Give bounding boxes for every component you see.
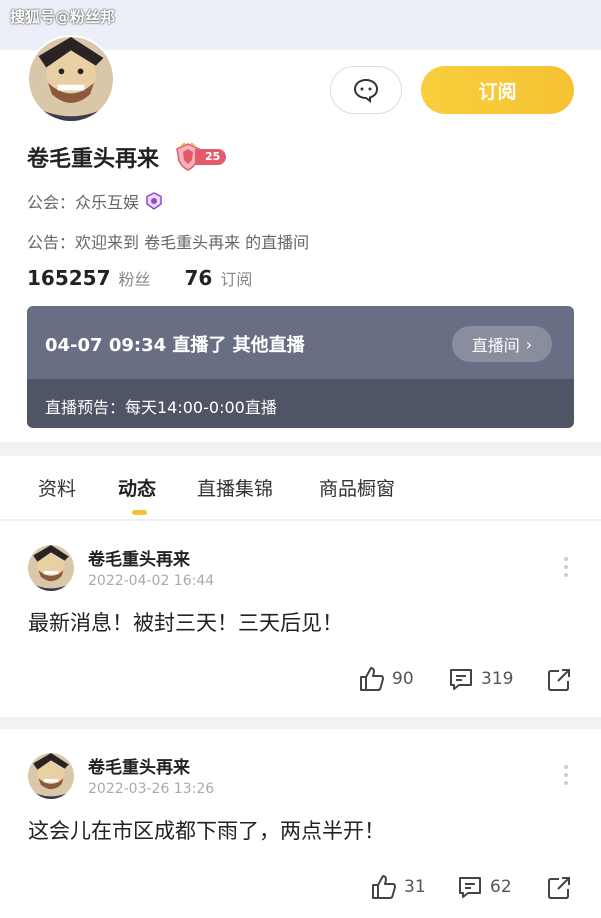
like-count: 90 bbox=[392, 669, 414, 689]
live-schedule-bar: 直播预告：每天14:00-0:00直播 bbox=[27, 379, 574, 428]
like-count: 31 bbox=[404, 877, 426, 897]
post-text: 最新消息！被封三天！三天后见！ bbox=[28, 611, 343, 635]
chat-bubble-icon bbox=[353, 78, 379, 103]
share-button[interactable] bbox=[545, 874, 573, 906]
subscription-count[interactable]: 76 bbox=[185, 266, 213, 290]
tab-profile[interactable]: 资料 bbox=[38, 474, 76, 501]
more-vertical-icon[interactable] bbox=[560, 765, 572, 789]
active-tab-indicator bbox=[132, 510, 147, 515]
live-schedule: 直播预告：每天14:00-0:00直播 bbox=[45, 398, 277, 417]
channel-notice: 公告：欢迎来到 卷毛重头再来 的直播间 bbox=[27, 233, 310, 252]
post-author[interactable]: 卷毛重头再来 bbox=[88, 545, 190, 570]
post-avatar[interactable] bbox=[28, 545, 74, 591]
message-button[interactable] bbox=[330, 66, 402, 114]
profile-card: 订阅 卷毛重头再来 25 公会：众乐互娱 公告：欢迎来到 卷毛重头再来 的直播间… bbox=[0, 35, 601, 442]
feed-post: 卷毛重头再来 2022-04-02 16:44 最新消息！被封三天！三天后见！ … bbox=[0, 521, 601, 717]
share-icon bbox=[548, 877, 570, 899]
post-actions: 31 62 bbox=[0, 873, 601, 903]
live-status-card: 04-07 09:34 直播了 其他直播 直播间 › 直播预告：每天14:00-… bbox=[27, 306, 574, 428]
like-button[interactable]: 31 bbox=[370, 873, 426, 901]
comment-count: 319 bbox=[481, 669, 514, 689]
feed-post: 卷毛重头再来 2022-03-26 13:26 这会儿在市区成都下雨了，两点半开… bbox=[0, 729, 601, 918]
tab-shop[interactable]: 商品橱窗 bbox=[319, 474, 395, 501]
live-last-status: 04-07 09:34 直播了 其他直播 bbox=[45, 335, 305, 356]
stats-row: 165257 粉丝 76 订阅 bbox=[27, 266, 252, 290]
post-actions: 90 319 bbox=[0, 665, 601, 695]
guild-row: 公会：众乐互娱 bbox=[27, 189, 163, 213]
comment-icon bbox=[450, 669, 472, 690]
subscribe-button[interactable]: 订阅 bbox=[421, 66, 574, 114]
post-date: 2022-04-02 16:44 bbox=[88, 573, 215, 589]
share-icon bbox=[548, 669, 570, 691]
thumbs-up-icon bbox=[360, 667, 384, 691]
watermark: 搜狐号@粉丝邦 bbox=[10, 8, 116, 26]
post-avatar[interactable] bbox=[28, 753, 74, 799]
more-vertical-icon[interactable] bbox=[560, 557, 572, 581]
chevron-right-icon: › bbox=[525, 334, 533, 354]
tab-feed[interactable]: 动态 bbox=[118, 474, 156, 501]
level-badge: 25 bbox=[173, 142, 227, 172]
post-text: 这会儿在市区成都下雨了，两点半开！ bbox=[28, 819, 385, 843]
subscription-label[interactable]: 订阅 bbox=[220, 266, 252, 290]
live-status-top: 04-07 09:34 直播了 其他直播 直播间 › bbox=[27, 306, 574, 379]
thumbs-up-icon bbox=[372, 875, 396, 899]
profile-tabs: 资料 动态 直播集锦 商品橱窗 bbox=[0, 456, 601, 520]
comment-button[interactable]: 62 bbox=[456, 873, 512, 901]
share-button[interactable] bbox=[545, 666, 573, 698]
post-author[interactable]: 卷毛重头再来 bbox=[88, 753, 190, 778]
live-room-button[interactable]: 直播间 › bbox=[452, 326, 552, 362]
level-number: 25 bbox=[195, 149, 227, 165]
live-room-label: 直播间 bbox=[471, 336, 520, 355]
comment-count: 62 bbox=[490, 877, 512, 897]
avatar[interactable] bbox=[27, 35, 115, 123]
name-row: 卷毛重头再来 25 bbox=[27, 142, 227, 172]
guild-badge-icon bbox=[146, 192, 162, 210]
comment-icon bbox=[459, 877, 481, 898]
guild-label: 公会：众乐互娱 bbox=[27, 193, 140, 212]
fans-count[interactable]: 165257 bbox=[27, 266, 111, 290]
streamer-name: 卷毛重头再来 bbox=[27, 147, 160, 172]
post-date: 2022-03-26 13:26 bbox=[88, 781, 215, 797]
like-button[interactable]: 90 bbox=[358, 665, 414, 693]
tab-highlights[interactable]: 直播集锦 bbox=[197, 474, 273, 501]
avatar-image bbox=[28, 545, 74, 591]
avatar-image bbox=[29, 37, 113, 121]
avatar-image bbox=[28, 753, 74, 799]
fans-label[interactable]: 粉丝 bbox=[119, 266, 151, 290]
comment-button[interactable]: 319 bbox=[447, 665, 513, 693]
